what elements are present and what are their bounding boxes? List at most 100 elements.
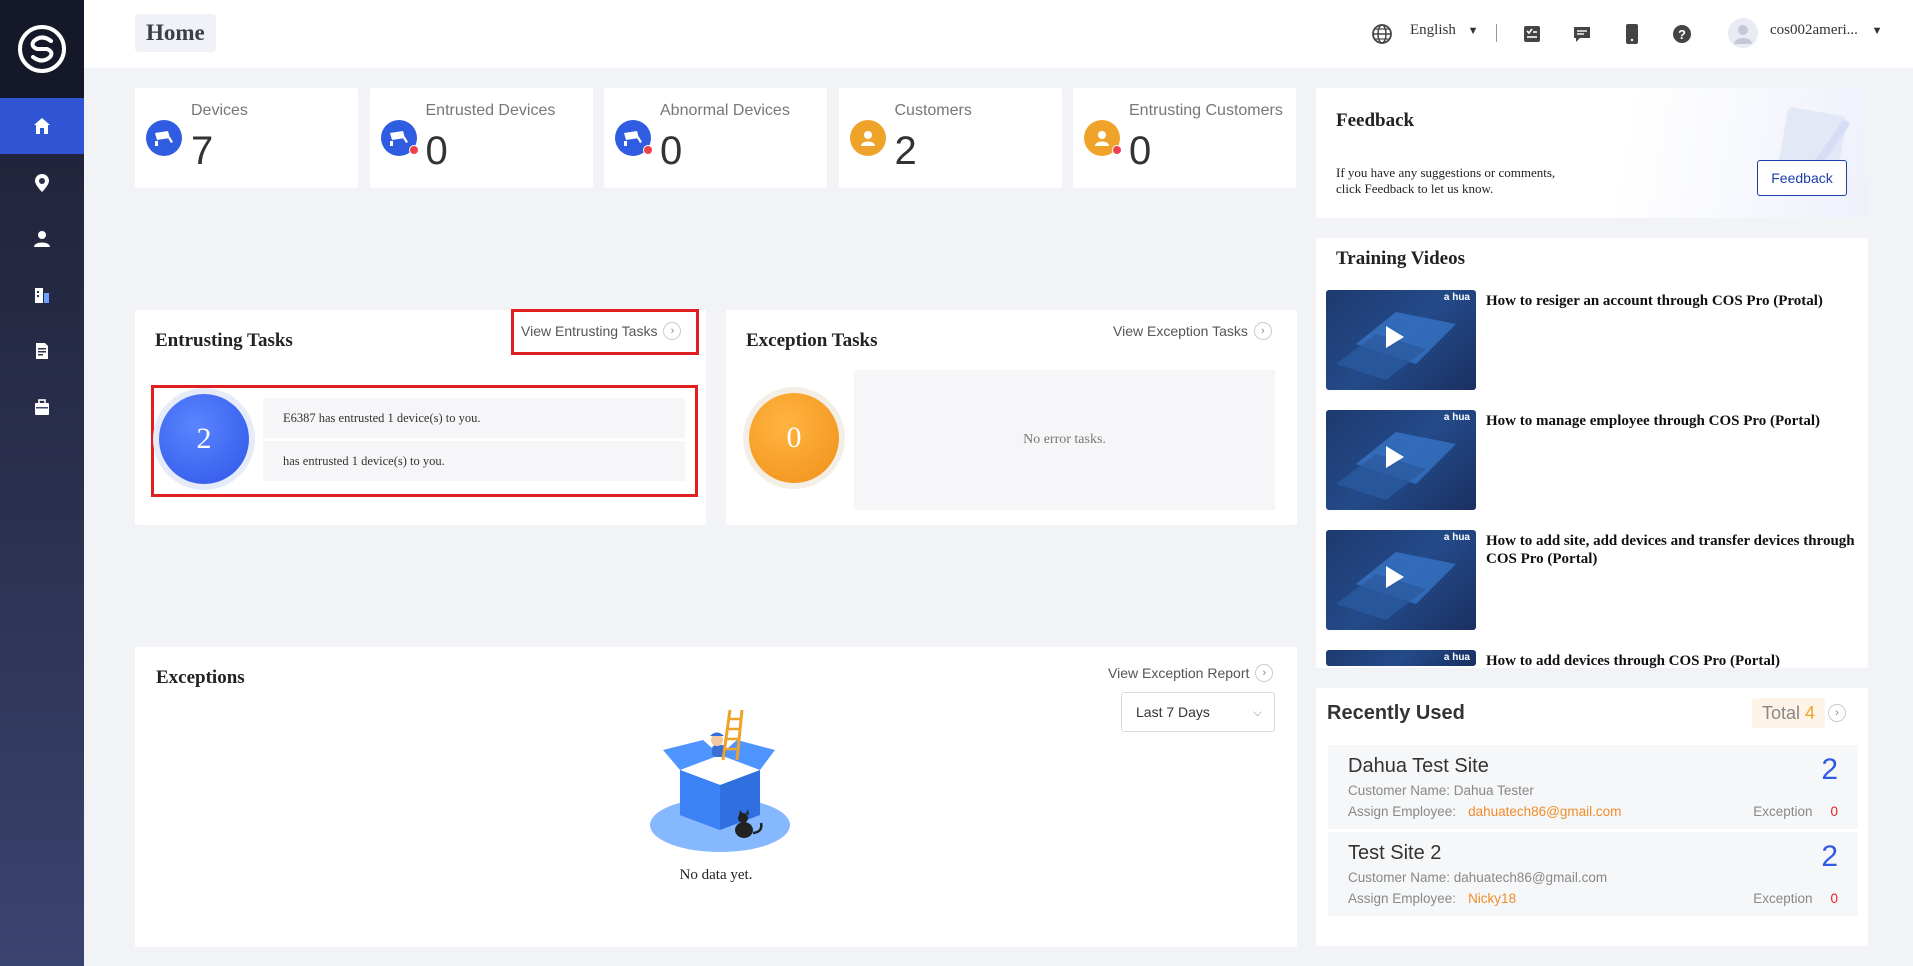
exception-label: Exception: [1753, 891, 1813, 906]
exception-tasks-empty: No error tasks.: [854, 370, 1275, 510]
view-exception-tasks-link[interactable]: View Exception Tasks ›: [1113, 322, 1272, 340]
stat-value: 7: [191, 129, 214, 173]
view-exception-report-label: View Exception Report: [1108, 665, 1250, 681]
entrust-task-item[interactable]: has entrusted 1 device(s) to you.: [263, 441, 685, 481]
video-title[interactable]: How to resiger an account through COS Pr…: [1486, 292, 1856, 310]
camera-icon: [146, 120, 182, 156]
chevron-right-icon: ›: [663, 322, 682, 340]
feedback-button[interactable]: Feedback: [1757, 160, 1847, 196]
globe-icon[interactable]: [1370, 22, 1394, 46]
alert-dot: [643, 145, 653, 155]
view-exception-tasks-label: View Exception Tasks: [1113, 323, 1248, 339]
nav-sites[interactable]: [0, 155, 84, 211]
stat-label: Entrusting Customers: [1129, 102, 1283, 119]
exception-row: Exception 0: [1753, 891, 1838, 906]
language-label: English: [1410, 22, 1456, 38]
exception-label: Exception: [1753, 804, 1813, 819]
site-count: 2: [1821, 840, 1838, 873]
video-thumbnail[interactable]: a hua: [1326, 410, 1476, 510]
exceptions-empty-text: No data yet.: [679, 867, 753, 883]
assign-employee: dahuatech86@gmail.com: [1468, 804, 1622, 819]
stat-value: 0: [425, 129, 448, 173]
exception-count: 0: [749, 393, 839, 483]
user-menu[interactable]: cos002ameri... ▼: [1770, 22, 1883, 39]
feedback-text-line2: click Feedback to let us know.: [1336, 181, 1494, 196]
customer-name: Customer Name: dahuatech86@gmail.com: [1348, 870, 1608, 885]
page-title: Home: [135, 14, 216, 52]
customer-name: Customer Name: Dahua Tester: [1348, 783, 1534, 798]
avatar[interactable]: [1728, 18, 1758, 48]
nav-home[interactable]: [0, 98, 84, 154]
stat-label: Devices: [191, 102, 248, 119]
nav-customers[interactable]: [0, 211, 84, 267]
help-icon[interactable]: ?: [1670, 22, 1694, 46]
stat-card[interactable]: Devices 7: [135, 88, 358, 188]
recent-site-item[interactable]: Dahua Test Site 2 Customer Name: Dahua Tes…: [1328, 745, 1858, 829]
total-badge: Total 4: [1752, 698, 1826, 728]
nav-toolbox[interactable]: [0, 379, 84, 435]
assign-label: Assign Employee:: [1348, 804, 1457, 819]
stat-value: 2: [894, 129, 917, 173]
toolbox-icon: [35, 399, 49, 415]
mobile-phone-icon[interactable]: [1620, 22, 1644, 46]
message-icon[interactable]: [1570, 22, 1594, 46]
brand-logo: a hua: [1443, 292, 1470, 303]
entrust-task-item[interactable]: E6387 has entrusted 1 device(s) to you.: [263, 398, 685, 438]
view-entrusting-tasks-link[interactable]: View Entrusting Tasks ›: [521, 322, 682, 340]
video-thumbnail[interactable]: a hua: [1326, 290, 1476, 390]
chevron-right-icon[interactable]: ›: [1828, 704, 1846, 722]
view-exception-report-link[interactable]: View Exception Report ›: [1108, 664, 1274, 682]
view-entrusting-tasks-label: View Entrusting Tasks: [521, 323, 658, 339]
location-pin-icon: [35, 174, 49, 192]
video-thumbnail[interactable]: a hua: [1326, 650, 1476, 666]
alert-dot: [408, 145, 419, 155]
document-icon: [36, 343, 48, 359]
camera-icon: [615, 120, 653, 156]
assign-employee-row: Assign Employee: Nicky18: [1348, 891, 1516, 906]
task-list-icon[interactable]: [1520, 22, 1544, 46]
video-title[interactable]: How to add devices through COS Pro (Port…: [1486, 652, 1856, 670]
play-icon: [1386, 566, 1404, 588]
training-videos-title: Training Videos: [1336, 248, 1465, 269]
person-icon: [1084, 120, 1122, 156]
video-title[interactable]: How to manage employee through COS Pro (…: [1486, 412, 1856, 430]
recent-site-item[interactable]: Test Site 2 2 Customer Name: dahuatech86@g…: [1328, 832, 1858, 916]
stat-card[interactable]: Customers 2: [838, 88, 1062, 188]
language-selector[interactable]: English ▼: [1410, 22, 1478, 39]
stat-card[interactable]: Entrusting Customers 0: [1073, 88, 1296, 188]
video-thumbnail[interactable]: a hua: [1326, 530, 1476, 630]
entrusting-tasks-title: Entrusting Tasks: [155, 330, 293, 351]
stat-card[interactable]: Abnormal Devices 0: [604, 88, 827, 188]
brand-logo: a hua: [1443, 532, 1470, 543]
camera-icon: [380, 120, 419, 156]
stat-card[interactable]: Entrusted Devices 0: [369, 88, 593, 188]
video-title[interactable]: How to add site, add devices and transfe…: [1486, 532, 1856, 568]
feedback-title: Feedback: [1336, 110, 1415, 131]
user-name: cos002ameri...: [1770, 22, 1858, 38]
feedback-text-line1: If you have any suggestions or comments,: [1336, 165, 1556, 180]
stat-value: 0: [1129, 129, 1152, 173]
entrusting-count: 2: [159, 394, 249, 484]
feedback-card: Feedback If you have any suggestions or …: [1316, 88, 1868, 218]
total-count: 4: [1805, 703, 1816, 723]
svg-text:?: ?: [1678, 27, 1686, 42]
caret-down-icon: ▼: [1871, 25, 1883, 37]
stat-label: Entrusted Devices: [425, 102, 556, 119]
app-logo[interactable]: [0, 0, 84, 98]
site-name: Test Site 2: [1348, 842, 1442, 864]
stat-value: 0: [660, 129, 683, 173]
empty-box-illustration: [650, 709, 790, 852]
caret-down-icon: ▼: [1467, 25, 1479, 37]
feedback-illustration: [1775, 107, 1850, 195]
play-icon: [1386, 446, 1404, 468]
nav-organization[interactable]: [0, 267, 84, 323]
assign-label: Assign Employee:: [1348, 891, 1457, 906]
brand-logo: a hua: [1443, 652, 1470, 663]
nav-reports[interactable]: [0, 323, 84, 379]
assign-employee-row: Assign Employee: dahuatech86@gmail.com: [1348, 804, 1621, 819]
exception-count: 0: [1830, 804, 1838, 819]
header-divider: [1496, 24, 1497, 42]
recently-used-title: Recently Used: [1327, 702, 1465, 724]
exception-count: 0: [1830, 891, 1838, 906]
time-range-select[interactable]: Last 7 Days ⌵: [1121, 692, 1275, 732]
